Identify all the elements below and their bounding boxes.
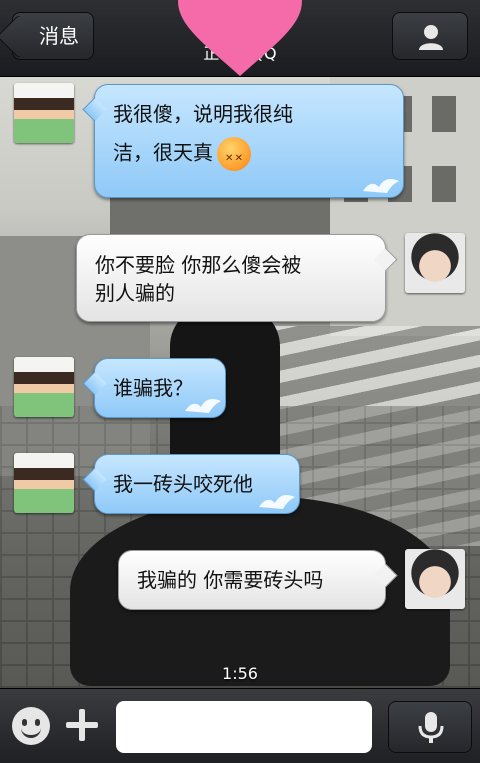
message-bubble[interactable]: 我很傻，说明我很纯 洁，很天真 xyxy=(82,84,404,198)
contact-avatar[interactable] xyxy=(14,83,74,143)
message-text: 别人骗的 xyxy=(95,281,175,305)
my-avatar[interactable] xyxy=(405,549,465,609)
person-icon xyxy=(419,25,443,50)
heart-icon xyxy=(178,0,302,76)
message-text: 洁，很天真 xyxy=(113,140,213,165)
wave-decoration-icon xyxy=(259,495,295,509)
message-bubble[interactable]: 你不要脸 你那么傻会被 别人骗的 xyxy=(76,234,398,322)
voice-button[interactable] xyxy=(388,701,472,753)
title-bar: 消息 正在…QQ xyxy=(0,0,480,77)
plus-icon[interactable] xyxy=(64,707,100,743)
contact-avatar[interactable] xyxy=(14,453,74,513)
microphone-icon xyxy=(418,712,444,743)
message-bubble[interactable]: 我一砖头咬死他 xyxy=(82,454,300,514)
profile-button[interactable] xyxy=(392,12,468,60)
smiley-icon[interactable] xyxy=(12,707,50,745)
message-text: 我很傻，说明我很纯 xyxy=(113,102,293,126)
message-text: 我骗的 你需要砖头吗 xyxy=(137,568,324,592)
dizzy-face-emoji-icon xyxy=(217,137,251,174)
input-bar xyxy=(0,688,480,763)
message-timestamp: 1:56 xyxy=(222,664,258,683)
my-avatar[interactable] xyxy=(405,233,465,293)
message-text: 你不要脸 你那么傻会被 xyxy=(95,253,302,277)
wave-decoration-icon xyxy=(363,179,399,193)
wave-decoration-icon xyxy=(185,399,221,413)
message-bubble[interactable]: 谁骗我？ xyxy=(82,358,226,418)
message-bubble[interactable]: 我骗的 你需要砖头吗 xyxy=(118,550,398,610)
message-input[interactable] xyxy=(116,701,372,753)
contact-avatar[interactable] xyxy=(14,357,74,417)
